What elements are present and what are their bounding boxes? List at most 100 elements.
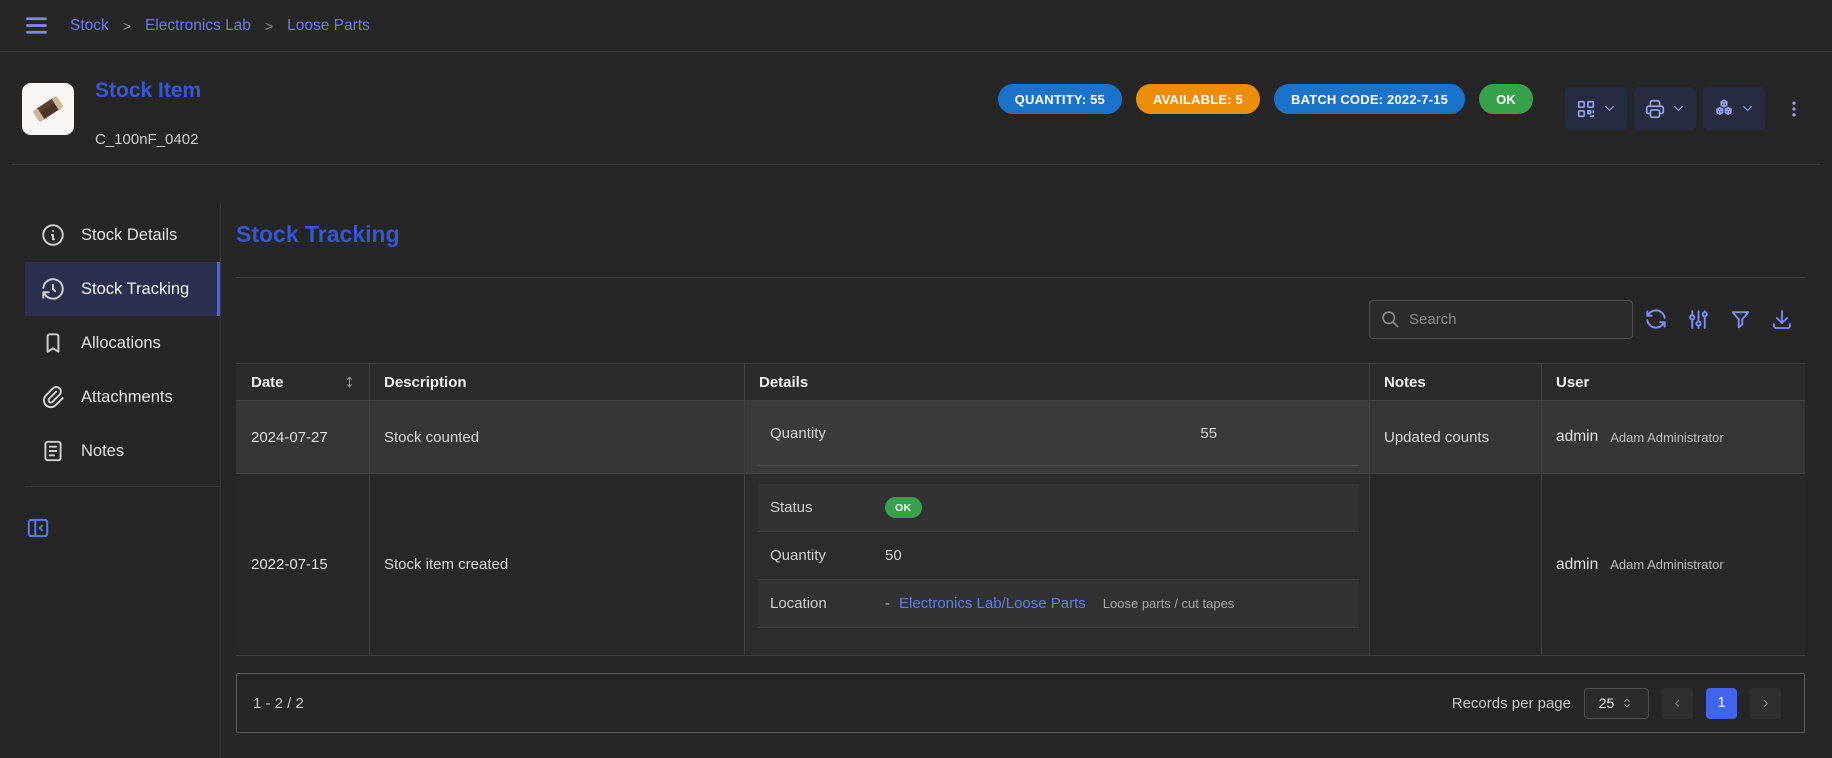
- cell-date: 2024-07-27: [236, 401, 370, 473]
- cell-notes: Updated counts: [1370, 401, 1542, 473]
- breadcrumb-separator: >: [123, 18, 131, 34]
- kebab-menu-icon[interactable]: [1784, 96, 1804, 122]
- search-icon: [1380, 309, 1401, 330]
- sidebar-item-label: Attachments: [81, 388, 173, 407]
- pagination-controls: Records per page 25 1: [1452, 688, 1781, 719]
- qrcode-icon: [1575, 98, 1597, 120]
- info-circle-icon: [40, 222, 66, 248]
- chevron-down-icon: [1740, 101, 1755, 116]
- stock-item-header: Stock Item C_100nF_0402 QUANTITY: 55 AVA…: [0, 53, 1832, 165]
- cell-notes: [1370, 474, 1542, 655]
- table-header-row: Date Description Details Notes User: [236, 364, 1805, 401]
- details-value: 50: [885, 547, 902, 564]
- breadcrumb-separator: >: [265, 18, 273, 34]
- cell-details: Status OK Quantity 50 Location - Electro…: [745, 474, 1370, 655]
- top-navigation-bar: Stock > Electronics Lab > Loose Parts: [0, 0, 1832, 52]
- panel-heading: Stock Tracking: [236, 221, 400, 248]
- sidebar-item-stock-details[interactable]: Stock Details: [25, 208, 220, 262]
- record-range: 1 - 2 / 2: [253, 695, 304, 712]
- details-quantity-row: Quantity 55: [758, 401, 1359, 466]
- cell-user: admin Adam Administrator: [1542, 474, 1805, 655]
- sidebar-divider-line: [220, 203, 221, 758]
- details-quantity-row: Quantity 50: [758, 532, 1359, 580]
- page-size-select[interactable]: 25: [1584, 688, 1649, 719]
- user-full-name: Adam Administrator: [1610, 430, 1723, 445]
- sidebar-item-label: Stock Tracking: [81, 280, 189, 299]
- available-badge: AVAILABLE: 5: [1136, 84, 1260, 114]
- breadcrumb-loose-parts[interactable]: Loose Parts: [287, 17, 370, 35]
- details-location-row: Location - Electronics Lab/Loose Parts L…: [758, 580, 1359, 628]
- location-description: Loose parts / cut tapes: [1103, 596, 1235, 611]
- bookmark-icon: [40, 330, 66, 356]
- location-dash: -: [885, 595, 890, 612]
- refresh-icon[interactable]: [1643, 306, 1669, 332]
- sidebar-item-label: Allocations: [81, 334, 161, 353]
- stock-tracking-table: Date Description Details Notes User 2024…: [236, 363, 1805, 656]
- adjustments-icon[interactable]: [1686, 307, 1711, 332]
- chevron-down-icon: [1671, 101, 1686, 116]
- paperclip-icon: [40, 384, 66, 410]
- column-header-details: Details: [745, 364, 1370, 400]
- details-label: Quantity: [758, 425, 1059, 442]
- table-search: [1369, 300, 1633, 339]
- cell-user: admin Adam Administrator: [1542, 401, 1805, 473]
- hamburger-menu-icon[interactable]: [23, 12, 50, 39]
- cell-details: Quantity 55: [745, 401, 1370, 473]
- history-icon: [40, 276, 66, 302]
- table-row: 2024-07-27 Stock counted Quantity 55 Upd…: [236, 401, 1805, 474]
- barcode-actions-button[interactable]: [1565, 87, 1627, 130]
- sidebar-item-stock-tracking[interactable]: Stock Tracking: [25, 262, 220, 316]
- page-1-button[interactable]: 1: [1706, 688, 1737, 719]
- table-row: 2022-07-15 Stock item created Status OK …: [236, 474, 1805, 656]
- search-input[interactable]: [1409, 311, 1622, 328]
- filter-icon[interactable]: [1728, 307, 1753, 332]
- table-footer: 1 - 2 / 2 Records per page 25 1: [236, 673, 1805, 733]
- quantity-badge: QUANTITY: 55: [998, 84, 1122, 114]
- chevron-left-icon: [1670, 696, 1685, 711]
- details-status-row: Status OK: [758, 484, 1359, 532]
- details-label: Quantity: [758, 547, 885, 564]
- notes-icon: [40, 438, 66, 464]
- location-link[interactable]: Electronics Lab/Loose Parts: [899, 595, 1086, 612]
- status-ok-chip: OK: [885, 497, 922, 518]
- sort-arrows-icon: [342, 374, 357, 390]
- cell-description: Stock counted: [370, 401, 745, 473]
- previous-page-button[interactable]: [1662, 688, 1693, 719]
- part-thumbnail[interactable]: [22, 83, 74, 135]
- selector-icon: [1620, 696, 1634, 710]
- stock-item-page: Stock > Electronics Lab > Loose Parts St…: [0, 0, 1832, 758]
- cell-date: 2022-07-15: [236, 474, 370, 655]
- sidebar-item-allocations[interactable]: Allocations: [25, 316, 220, 370]
- printer-icon: [1644, 98, 1666, 120]
- cell-description: Stock item created: [370, 474, 745, 655]
- column-header-date[interactable]: Date: [236, 364, 370, 400]
- sidebar-item-attachments[interactable]: Attachments: [25, 370, 220, 424]
- page-size-value: 25: [1599, 695, 1615, 711]
- header-actions: [1565, 87, 1804, 130]
- details-value: 55: [1059, 425, 1360, 442]
- stock-operations-button[interactable]: [1703, 87, 1765, 130]
- sidebar-item-label: Notes: [81, 442, 124, 461]
- part-name: C_100nF_0402: [95, 131, 198, 148]
- details-label: Status: [758, 499, 885, 516]
- sidebar-collapse-icon[interactable]: [25, 515, 220, 541]
- next-page-button[interactable]: [1750, 688, 1781, 719]
- panel-heading-divider: [236, 277, 1805, 278]
- chevron-right-icon: [1758, 696, 1773, 711]
- column-header-user: User: [1542, 364, 1805, 400]
- details-label: Location: [758, 595, 885, 612]
- page-title: Stock Item: [95, 79, 201, 103]
- download-icon[interactable]: [1770, 307, 1794, 331]
- status-badges: QUANTITY: 55 AVAILABLE: 5 BATCH CODE: 20…: [998, 84, 1533, 114]
- table-toolbar: [1643, 306, 1794, 332]
- header-divider: [12, 164, 1820, 165]
- print-actions-button[interactable]: [1634, 87, 1696, 130]
- chevron-down-icon: [1602, 101, 1617, 116]
- stock-cubes-icon: [1713, 98, 1735, 120]
- sidebar-item-label: Stock Details: [81, 226, 177, 245]
- sidebar-bottom-divider: [25, 486, 220, 487]
- sidebar: Stock Details Stock Tracking Allocations…: [25, 208, 220, 541]
- sidebar-item-notes[interactable]: Notes: [25, 424, 220, 478]
- breadcrumb-electronics-lab[interactable]: Electronics Lab: [145, 17, 251, 35]
- breadcrumb-stock[interactable]: Stock: [70, 17, 109, 35]
